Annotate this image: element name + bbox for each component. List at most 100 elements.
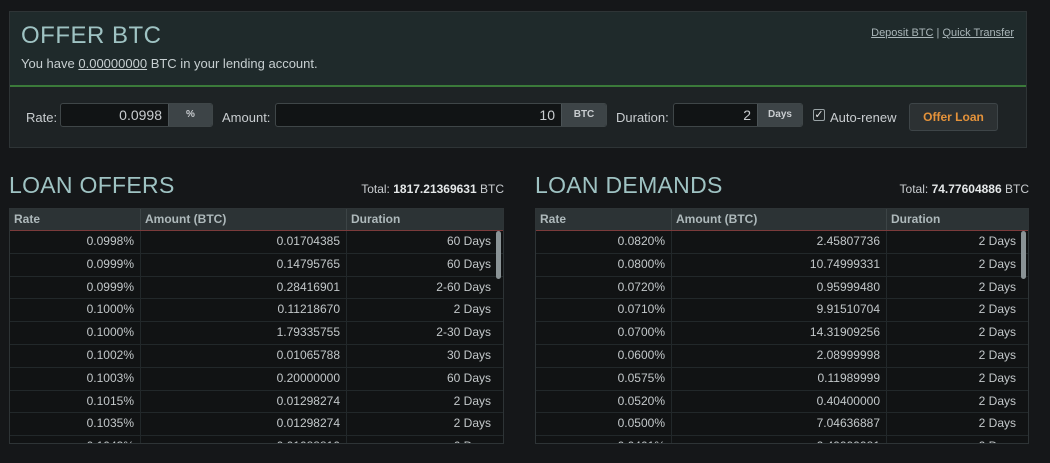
table-row[interactable]: 0.1000% 1.79335755 2-30 Days [10, 322, 503, 345]
loan-demands-title: LOAN DEMANDS [535, 172, 723, 198]
cell-rate: 0.1043% [10, 436, 141, 443]
table-row[interactable]: 0.0401%2.499999812 Days [536, 436, 1028, 443]
table-row[interactable]: 0.0600% 2.08999998 2 Days [536, 344, 1028, 368]
table-row[interactable]: 0.0800% 10.74999331 2 Days [536, 253, 1028, 277]
cell-rate: 0.1002% [10, 344, 141, 367]
table-row[interactable]: 0.1002% 0.01065788 30 Days [10, 344, 503, 368]
cell-duration: 2 Days [978, 234, 1016, 248]
offer-header: OFFER BTC You have 0.00000000 BTC in you… [10, 12, 1026, 87]
offer-title: OFFER BTC [21, 22, 162, 49]
cell-amount: 7.04636887 [672, 413, 887, 436]
cell-duration: 2 Days [978, 279, 1016, 294]
offer-loan-button[interactable]: Offer Loan [909, 103, 998, 131]
amount-label: Amount: [222, 110, 271, 125]
table-row[interactable]: 0.0999% 0.28416901 2-60 Days [10, 276, 503, 300]
cell-amount: 10.74999331 [672, 253, 887, 276]
cell-rate: 0.0710% [536, 299, 672, 322]
cell-duration: 2 Days [453, 393, 491, 408]
cell-duration: 2 Days [978, 302, 1016, 317]
cell-amount: 0.40400000 [672, 390, 887, 413]
table-row[interactable]: 0.0700% 14.31909256 2 Days [536, 322, 1028, 345]
cell-rate: 0.1003% [10, 367, 141, 390]
cell-rate: 0.0820% [536, 231, 672, 253]
col-duration[interactable]: Duration [887, 209, 1028, 230]
cell-amount: 0.01704385 [141, 231, 347, 253]
cell-duration: 2 Days [887, 436, 1022, 443]
table-row[interactable]: 0.1003% 0.20000000 60 Days [10, 367, 503, 391]
table-row[interactable]: 0.1035% 0.01298274 2 Days [10, 413, 503, 437]
duration-unit: Days [757, 104, 802, 126]
cell-rate: 0.0520% [536, 390, 672, 413]
rate-label: Rate: [26, 110, 58, 125]
cell-amount: 2.49999981 [672, 436, 887, 443]
col-duration[interactable]: Duration [347, 209, 503, 230]
cell-amount: 0.01088810 [141, 436, 347, 443]
link-separator: | [936, 27, 940, 39]
auto-renew-label[interactable]: Auto-renew [830, 110, 896, 125]
duration-value[interactable]: 2 [674, 104, 757, 126]
cell-rate: 0.0575% [536, 367, 672, 390]
total-value: 1817.21369631 [393, 182, 477, 196]
table-row[interactable]: 0.0500% 7.04636887 2 Days [536, 413, 1028, 437]
cell-duration: 2-60 Days [436, 279, 491, 294]
table-row[interactable]: 0.0720% 0.95999480 2 Days [536, 276, 1028, 300]
cell-duration: 2 Days [453, 302, 491, 317]
duration-input[interactable]: 2 Days [673, 103, 803, 127]
cell-amount: 2.08999998 [672, 344, 887, 367]
col-rate[interactable]: Rate [10, 209, 141, 230]
cell-amount: 0.95999480 [672, 276, 887, 299]
table-row[interactable]: 0.0575% 0.11989999 2 Days [536, 367, 1028, 391]
auto-renew-checkbox[interactable]: ✓ [813, 109, 825, 121]
rate-value[interactable]: 0.0998 [61, 104, 168, 126]
quick-transfer-link[interactable]: Quick Transfer [942, 27, 1014, 39]
cell-amount: 0.11218670 [141, 299, 347, 322]
loan-demands-table: Rate Amount (BTC) Duration 0.0820% 2.4580… [535, 208, 1029, 444]
total-value: 74.77604886 [931, 182, 1002, 196]
amount-input[interactable]: 10 BTC [275, 103, 607, 127]
amount-unit: BTC [561, 104, 606, 126]
col-amount[interactable]: Amount (BTC) [672, 209, 887, 230]
balance-value: 0.00000000 [78, 56, 148, 71]
cell-duration: 60 Days [446, 370, 491, 385]
table-header: Rate Amount (BTC) Duration [10, 209, 503, 231]
cell-duration: 2 Days [978, 370, 1016, 385]
cell-amount: 0.11989999 [672, 367, 887, 390]
col-amount[interactable]: Amount (BTC) [141, 209, 347, 230]
amount-value[interactable]: 10 [276, 104, 561, 126]
table-row[interactable]: 0.0999% 0.14795765 60 Days [10, 253, 503, 277]
cell-rate: 0.0500% [536, 413, 672, 436]
cell-amount: 0.20000000 [141, 367, 347, 390]
col-rate[interactable]: Rate [536, 209, 672, 230]
scrollbar-thumb[interactable] [1021, 231, 1026, 279]
total-unit: BTC [1005, 182, 1029, 196]
total-unit: BTC [480, 182, 504, 196]
table-row[interactable]: 0.0520% 0.40400000 2 Days [536, 390, 1028, 414]
cell-amount: 14.31909256 [672, 322, 887, 344]
cell-rate: 0.0600% [536, 344, 672, 367]
table-row[interactable]: 0.0820% 2.45807736 2 Days [536, 231, 1028, 254]
account-links: Deposit BTC | Quick Transfer [871, 27, 1014, 39]
cell-rate: 0.1000% [10, 299, 141, 322]
table-row[interactable]: 0.1043%0.010888106 Days [10, 436, 503, 443]
deposit-btc-link[interactable]: Deposit BTC [871, 27, 933, 39]
cell-amount: 0.14795765 [141, 253, 347, 276]
scrollbar-thumb[interactable] [496, 231, 501, 279]
cell-duration: 60 Days [446, 256, 491, 271]
offer-panel: OFFER BTC You have 0.00000000 BTC in you… [9, 11, 1027, 148]
table-row[interactable]: 0.1000% 0.11218670 2 Days [10, 299, 503, 323]
offer-form: Rate: 0.0998 % Amount: 10 BTC Duration: … [10, 87, 1026, 147]
cell-duration: 2 Days [978, 325, 1016, 340]
cell-duration: 2 Days [978, 393, 1016, 408]
loan-offers-table: Rate Amount (BTC) Duration 0.0998% 0.0170… [9, 208, 504, 444]
table-row[interactable]: 0.0710% 9.91510704 2 Days [536, 299, 1028, 323]
cell-rate: 0.0998% [10, 231, 141, 253]
balance-prefix: You have [21, 56, 75, 71]
total-label: Total: [899, 182, 929, 196]
table-row[interactable]: 0.0998% 0.01704385 60 Days [10, 231, 503, 254]
rate-input[interactable]: 0.0998 % [60, 103, 213, 127]
cell-rate: 0.1000% [10, 322, 141, 344]
loan-offers-total: Total: 1817.21369631 BTC [361, 182, 504, 196]
total-label: Total: [361, 182, 390, 196]
cell-amount: 0.28416901 [141, 276, 347, 299]
table-row[interactable]: 0.1015% 0.01298274 2 Days [10, 390, 503, 414]
